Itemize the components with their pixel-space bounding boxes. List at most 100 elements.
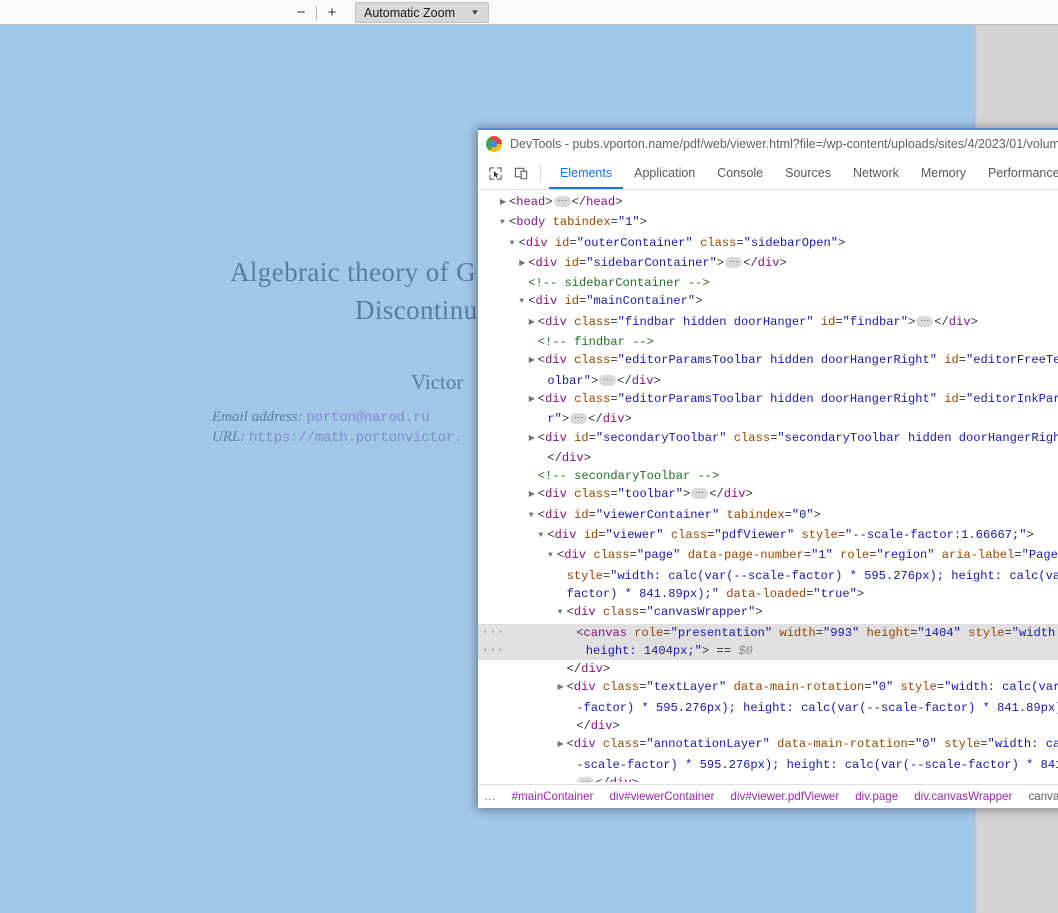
dom-tree-node[interactable]: <head>⋯</head> xyxy=(478,193,1058,213)
chevron-right-icon[interactable] xyxy=(519,255,528,273)
dom-tree-node[interactable]: <div id="viewer" class="pdfViewer" style… xyxy=(478,526,1058,546)
dom-tree-node[interactable]: -factor) * 595.276px); height: calc(var(… xyxy=(478,699,1058,717)
node-punctuation: = xyxy=(958,391,967,406)
dom-tree-node[interactable]: factor) * 841.89px);" data-loaded="true"… xyxy=(478,585,1058,603)
zoom-level-select[interactable]: Automatic Zoom ▾ xyxy=(355,2,489,23)
node-tag-name: div xyxy=(545,353,567,368)
dom-tree-node[interactable]: ⋯</div> xyxy=(478,774,1058,782)
dom-tree-panel[interactable]: <head>⋯</head><body tabindex="1"><div id… xyxy=(478,190,1058,782)
zoom-out-button[interactable]: − xyxy=(288,2,314,24)
node-punctuation: > xyxy=(779,255,787,270)
node-attribute-value: "editorFreeTextParamsTo xyxy=(966,353,1058,368)
node-attribute-name: class xyxy=(574,487,611,502)
devtools-window[interactable]: DevTools - pubs.vporton.name/pdf/web/vie… xyxy=(478,128,1058,808)
dom-tree-node[interactable]: <div id="viewerContainer" tabindex="0"> xyxy=(478,506,1058,526)
node-attribute-value: "secondaryToolbar hidden doorHangerRight… xyxy=(777,430,1058,445)
node-punctuation: > xyxy=(583,450,591,465)
chevron-down-icon[interactable] xyxy=(558,604,567,622)
breadcrumb-overflow[interactable]: … xyxy=(484,790,497,803)
dom-tree-node[interactable]: <div id="mainContainer"> xyxy=(478,292,1058,312)
dom-tree-node[interactable]: <div class="canvasWrapper"> xyxy=(478,603,1058,623)
inspect-element-icon[interactable] xyxy=(482,158,508,189)
node-punctuation: > xyxy=(590,373,599,388)
chevron-down-icon[interactable] xyxy=(548,547,557,565)
node-punctuation: = xyxy=(980,737,988,752)
zoom-in-button[interactable]: + xyxy=(319,2,345,24)
dom-tree-node[interactable]: <div class="editorParamsToolbar hidden d… xyxy=(478,390,1058,410)
breadcrumb-item[interactable]: div#viewer.pdfViewer xyxy=(723,790,848,803)
chevron-down-icon[interactable] xyxy=(538,527,547,545)
chevron-right-icon[interactable] xyxy=(529,430,538,448)
collapsed-children-icon[interactable]: ⋯ xyxy=(553,196,571,207)
dom-tree-node[interactable]: <div id="secondaryToolbar" class="second… xyxy=(478,429,1058,449)
dom-tree-node[interactable]: </div> xyxy=(478,449,1058,467)
device-toolbar-icon[interactable] xyxy=(508,158,534,189)
node-attribute-value: "0" xyxy=(791,507,814,522)
tab-performance[interactable]: Performance xyxy=(977,158,1058,189)
collapsed-children-icon[interactable]: ⋯ xyxy=(725,256,743,268)
tab-network[interactable]: Network xyxy=(842,158,910,189)
chevron-right-icon[interactable] xyxy=(529,352,538,370)
node-tag-name: div xyxy=(948,314,971,329)
chevron-right-icon[interactable] xyxy=(529,314,538,332)
dom-tree-node[interactable]: olbar"> ⋯ </div> xyxy=(478,372,1058,390)
node-attribute-value: "findbar hidden doorHanger" xyxy=(617,314,814,329)
dom-tree-node[interactable]: <div class = "annotationLayer" data-main-r… xyxy=(478,735,1058,755)
dom-tree-node[interactable]: <div class="editorParamsToolbar hidden d… xyxy=(478,351,1058,371)
dom-tree-node[interactable]: <!-- sidebarContainer --> xyxy=(478,274,1058,292)
chevron-down-icon[interactable] xyxy=(500,214,509,232)
dom-tree-node[interactable]: <!-- secondaryToolbar --> xyxy=(478,467,1058,485)
node-attribute-name: height xyxy=(866,625,911,640)
breadcrumb-item[interactable]: div.canvasWrapper xyxy=(906,790,1020,803)
collapsed-children-icon[interactable]: ⋯ xyxy=(570,413,588,425)
chevron-right-icon[interactable] xyxy=(500,194,509,212)
chevron-right-icon[interactable] xyxy=(529,486,538,504)
chevron-down-icon[interactable] xyxy=(529,507,538,525)
dom-tree-node[interactable]: </div> xyxy=(478,717,1058,735)
dom-tree-node[interactable]: </div> xyxy=(478,660,1058,678)
dom-tree-node[interactable]: <div id="sidebarContainer">⋯</div> xyxy=(478,254,1058,274)
chevron-down-icon[interactable] xyxy=(510,235,519,253)
chevron-right-icon[interactable] xyxy=(529,391,538,409)
email-value[interactable]: porton@narod.ru xyxy=(306,410,429,426)
dom-tree-node[interactable]: -scale-factor) * 595.276px); height: cal… xyxy=(478,756,1058,774)
tab-sources[interactable]: Sources xyxy=(774,158,842,189)
collapsed-children-icon[interactable]: ⋯ xyxy=(916,315,934,327)
tab-memory[interactable]: Memory xyxy=(910,158,977,189)
node-attribute-name: tabindex xyxy=(726,507,785,522)
node-more-icon[interactable]: ··· xyxy=(482,624,505,642)
node-punctuation: > xyxy=(615,195,623,209)
tab-elements[interactable]: Elements xyxy=(549,158,624,189)
dom-tree-node[interactable]: <!-- findbar --> xyxy=(478,333,1058,351)
dom-tree-node[interactable]: r"> ⋯ </div> xyxy=(478,410,1058,428)
url-value[interactable]: https://math.portonvictor. xyxy=(249,430,462,446)
breadcrumb-item[interactable]: #mainContainer xyxy=(504,790,602,803)
node-more-icon[interactable]: ··· xyxy=(482,642,505,660)
chevron-down-icon[interactable] xyxy=(519,293,528,311)
tab-application[interactable]: Application xyxy=(623,158,706,189)
collapsed-children-icon[interactable]: ⋯ xyxy=(691,488,709,500)
dom-tree-node[interactable]: <div id="outerContainer" class="sidebarO… xyxy=(478,234,1058,254)
dom-tree-node[interactable]: <div class="toolbar">⋯</div> xyxy=(478,485,1058,505)
dom-tree-node[interactable]: style="width: calc(var(--scale-factor) *… xyxy=(478,567,1058,585)
breadcrumb-item[interactable]: canva xyxy=(1020,790,1058,803)
dom-tree-node[interactable]: <body tabindex="1"> xyxy=(478,213,1058,233)
node-attribute-value: "region" xyxy=(876,548,935,563)
node-punctuation: > xyxy=(1026,528,1034,543)
tab-console[interactable]: Console xyxy=(706,158,774,189)
breadcrumb-item[interactable]: div#viewerContainer xyxy=(601,790,722,803)
dom-tree-node[interactable]: <div class = "textLayer" data-main-rotatio… xyxy=(478,678,1058,698)
dom-tree-node[interactable]: <div class="findbar hidden doorHanger" i… xyxy=(478,313,1058,333)
chevron-right-icon[interactable] xyxy=(558,679,567,697)
node-attribute-value: -factor) * 595.276px); height: calc(var(… xyxy=(576,700,1058,715)
collapsed-children-icon[interactable]: ⋯ xyxy=(577,776,595,782)
collapsed-children-icon[interactable]: ⋯ xyxy=(599,374,617,386)
node-attribute-value: "toolbar" xyxy=(617,487,683,502)
dom-tree-node[interactable]: ··· height: 1404px;"> == $0 xyxy=(478,641,1058,661)
dom-tree-node[interactable]: ··· <canvas role="presentation" width="99… xyxy=(478,623,1058,642)
node-tag-name: canvas xyxy=(583,625,627,640)
devtools-titlebar[interactable]: DevTools - pubs.vporton.name/pdf/web/vie… xyxy=(478,130,1058,158)
chevron-right-icon[interactable] xyxy=(558,736,567,754)
breadcrumb-item[interactable]: div.page xyxy=(847,790,906,803)
dom-tree-node[interactable]: <div class="page" data-page-number="1" r… xyxy=(478,546,1058,566)
